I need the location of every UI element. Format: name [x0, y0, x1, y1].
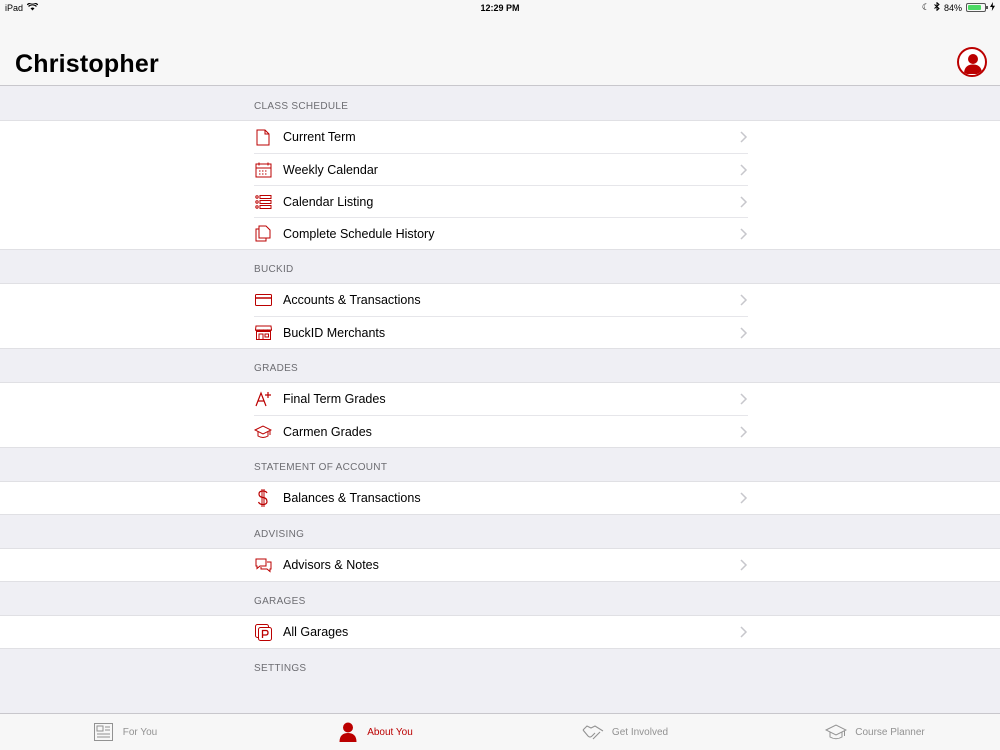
- profile-avatar-button[interactable]: [957, 47, 987, 77]
- list-item-label: Accounts & Transactions: [283, 293, 421, 307]
- list-item[interactable]: Current Term: [254, 121, 748, 153]
- chevron-right-icon: [740, 559, 748, 571]
- tab-for-you[interactable]: For You: [0, 714, 250, 750]
- list-item[interactable]: Weekly Calendar: [254, 153, 748, 185]
- list-item-label: BuckID Merchants: [283, 325, 386, 340]
- chevron-right-icon: [740, 492, 748, 504]
- tab-about-you[interactable]: About You: [250, 714, 500, 750]
- tab-bar: For You About You Get Involved Course Plann…: [0, 713, 1000, 750]
- tab-label: Get Involved: [611, 726, 669, 738]
- section-header: STATEMENT OF ACCOUNT: [254, 462, 388, 473]
- status-right: ☾ 84%: [921, 1, 995, 13]
- list-item[interactable]: Carmen Grades: [254, 415, 748, 447]
- section-header: BUCKID: [254, 264, 294, 275]
- tab-label: About You: [367, 726, 413, 738]
- section-body: All Garages: [0, 615, 1000, 649]
- section-body: Accounts & Transactions BuckID Merchants: [0, 283, 1000, 349]
- tab-label: Course Planner: [855, 726, 925, 738]
- navigation-header: Christopher: [0, 16, 1000, 86]
- settings-list[interactable]: CLASS SCHEDULE Current Term Weekly Calenda…: [0, 87, 1000, 713]
- card-icon: [254, 291, 272, 309]
- section-header: ADVISING: [254, 529, 305, 540]
- person-icon: [337, 722, 359, 742]
- list-item[interactable]: Calendar Listing: [254, 185, 748, 217]
- list-icon: [254, 193, 272, 211]
- chevron-right-icon: [740, 131, 748, 143]
- section-body: Balances & Transactions: [0, 481, 1000, 515]
- section-body: Current Term Weekly Calendar Calendar List…: [0, 120, 1000, 250]
- parking-icon: [254, 623, 272, 641]
- chevron-right-icon: [740, 327, 748, 339]
- status-bar: iPad 12:29 PM ☾ 84%: [0, 0, 1000, 16]
- document-icon: [254, 128, 272, 146]
- graduation-cap-icon: [825, 722, 848, 742]
- list-item[interactable]: Accounts & Transactions: [254, 284, 748, 316]
- chevron-right-icon: [740, 228, 748, 240]
- tab-get-involved[interactable]: Get Involved: [500, 714, 750, 750]
- page-title: Christopher: [15, 50, 159, 78]
- battery-percent: 84%: [943, 2, 962, 13]
- list-item-label: Balances & Transactions: [283, 491, 421, 505]
- chevron-right-icon: [740, 196, 748, 208]
- list-item-label: Current Term: [283, 130, 356, 144]
- list-item-label: Final Term Grades: [283, 392, 386, 406]
- handshake-icon: [582, 722, 604, 742]
- grade-a-plus-icon: [254, 390, 272, 408]
- chevron-right-icon: [740, 626, 748, 638]
- battery-fill: [968, 5, 982, 10]
- list-item-label: Carmen Grades: [283, 424, 372, 439]
- store-icon: [254, 324, 272, 342]
- person-silhouette-icon: [964, 54, 982, 74]
- list-item[interactable]: Advisors & Notes: [254, 549, 748, 581]
- chevron-right-icon: [740, 294, 748, 306]
- dollar-icon: [254, 489, 272, 507]
- bluetooth-icon: [934, 1, 940, 13]
- chevron-right-icon: [740, 426, 748, 438]
- tab-course-planner[interactable]: Course Planner: [750, 714, 1000, 750]
- chat-bubbles-icon: [254, 556, 272, 574]
- section-body: Advisors & Notes: [0, 548, 1000, 582]
- section-header: CLASS SCHEDULE: [254, 101, 349, 112]
- chevron-right-icon: [740, 393, 748, 405]
- section-header: GRADES: [254, 363, 299, 374]
- list-item-label: Calendar Listing: [283, 194, 374, 209]
- status-time: 12:29 PM: [480, 3, 520, 13]
- tab-label: For You: [122, 726, 158, 738]
- list-item-label: Advisors & Notes: [283, 558, 379, 572]
- list-item-label: Weekly Calendar: [283, 162, 378, 177]
- list-item[interactable]: BuckID Merchants: [254, 316, 748, 348]
- battery-icon: [966, 3, 988, 12]
- list-item[interactable]: Final Term Grades: [254, 383, 748, 415]
- section-body: Final Term Grades Carmen Grades: [0, 382, 1000, 448]
- list-item[interactable]: Balances & Transactions: [254, 482, 748, 514]
- section-header: SETTINGS: [254, 663, 307, 674]
- newspaper-icon: [93, 722, 115, 742]
- section-header: GARAGES: [254, 596, 306, 607]
- calendar-icon: [254, 161, 272, 179]
- list-item[interactable]: Complete Schedule History: [254, 217, 748, 249]
- list-item-label: All Garages: [283, 625, 349, 639]
- graduation-cap-icon: [254, 423, 272, 441]
- documents-stack-icon: [254, 225, 272, 243]
- list-item-label: Complete Schedule History: [283, 226, 435, 241]
- chevron-right-icon: [740, 164, 748, 176]
- charging-icon: [990, 2, 995, 13]
- moon-icon: ☾: [921, 2, 930, 12]
- list-item[interactable]: All Garages: [254, 616, 748, 648]
